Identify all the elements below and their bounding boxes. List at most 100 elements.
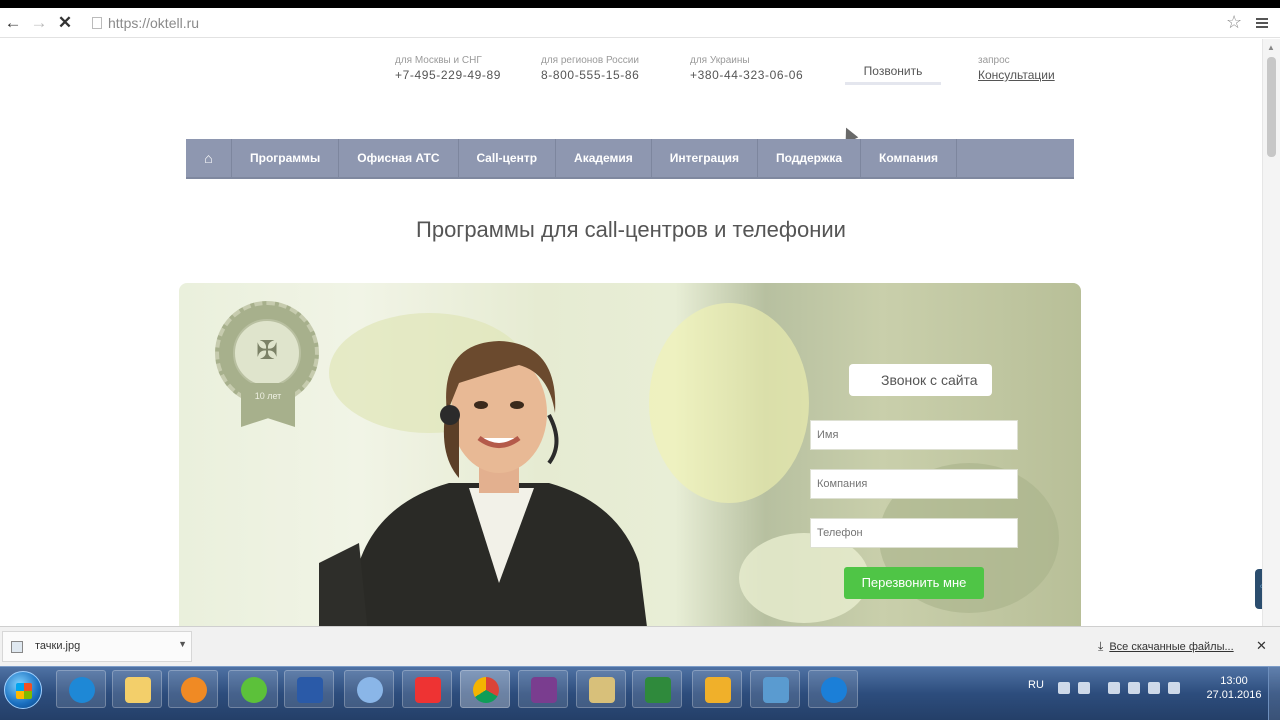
show-all-downloads-link[interactable]: ⤓ Все скачанные файлы... [1098,639,1234,654]
taskbar-tools[interactable] [576,670,626,708]
stop-icon[interactable]: ✕ [54,12,76,34]
scroll-up-icon[interactable]: ▲ [1267,43,1275,52]
taskbar-word[interactable] [284,670,334,708]
yandex-browser-icon [415,677,441,703]
nav-item-programs[interactable]: Программы [232,139,340,177]
nav-item-support[interactable]: Поддержка [758,139,862,177]
consult-block: запрос Консультации [978,55,1055,82]
nav-item-company[interactable]: Компания [861,139,957,177]
home-icon[interactable]: ⌂ [186,139,232,177]
contact-regions: для регионов России 8-800-555-15-86 [541,55,639,82]
screen: ← → ✕ https://oktell.ru ☆ для Москвы и С… [0,0,1280,720]
contact-phone[interactable]: +380-44-323-06-06 [690,68,803,82]
address-bar[interactable]: https://oktell.ru [92,15,199,31]
teamviewer-icon [821,677,847,703]
main-nav: ⌂ Программы Офисная АТС Call-центр Акаде… [186,139,1074,179]
scrollbar[interactable]: ▲ [1262,39,1280,626]
audio-icon [357,677,383,703]
tray-app-icon[interactable] [1078,682,1090,694]
url-text: https://oktell.ru [108,15,200,31]
taskbar-screen[interactable] [750,670,800,708]
eagle-emblem-icon: ✠ [256,335,278,365]
tools-icon [589,677,615,703]
badge-seal: ✠ [233,319,301,387]
taskbar-icq[interactable] [228,670,278,708]
taskbar-excel[interactable] [632,670,682,708]
top-bezel [0,0,1280,8]
clock[interactable]: 13:00 27.01.2016 [1204,674,1264,702]
taskbar: RU 13:00 27.01.2016 [0,666,1280,720]
form-title: Звонок с сайта [849,364,992,396]
tray-app-icon[interactable] [1128,682,1140,694]
nav-item-integration[interactable]: Интеграция [652,139,758,177]
show-all-label: Все скачанные файлы... [1109,641,1234,653]
language-indicator[interactable]: RU [1028,679,1044,691]
nav-item-academy[interactable]: Академия [556,139,652,177]
clock-date: 27.01.2016 [1206,689,1262,701]
contact-ukraine: для Украины +380-44-323-06-06 [690,55,803,82]
taskbar-audio[interactable] [344,670,394,708]
folder-icon [125,677,151,703]
contact-phone[interactable]: +7-495-229-49-89 [395,68,501,82]
chrome-icon [473,677,499,703]
image-file-icon [11,641,23,653]
excel-icon [645,677,671,703]
contact-moscow: для Москвы и СНГ +7-495-229-49-89 [395,55,501,82]
taskbar-winrar[interactable] [518,670,568,708]
chevron-up-icon[interactable] [1058,682,1070,694]
clock-time: 13:00 [1220,675,1248,687]
badge-ribbon: 10 лет [241,383,295,427]
outlook-icon [705,677,731,703]
call-button[interactable]: Позвонить [845,61,941,85]
taskbar-teamviewer[interactable] [808,670,858,708]
page-icon [92,17,102,29]
consult-label: запрос [978,55,1010,66]
nav-item-call-center[interactable]: Call-центр [459,139,557,177]
start-button[interactable] [4,671,42,709]
taskbar-ie[interactable] [56,670,106,708]
volume-icon[interactable] [1168,682,1180,694]
download-item[interactable]: тачки.jpg ▼ [2,631,192,662]
icq-flower-icon [241,677,267,703]
forward-icon[interactable]: → [28,12,50,34]
scroll-thumb[interactable] [1267,57,1276,157]
browser-menu-icon[interactable] [1256,18,1268,28]
operator-photo [319,341,647,626]
taskbar-media[interactable] [168,670,218,708]
consult-link[interactable]: Консультации [978,68,1055,82]
network-icon[interactable] [1148,682,1160,694]
hero-banner: ✠ 10 лет Звонок с сайта Имя Компания Тел… [179,283,1081,626]
screen-capture-icon [763,677,789,703]
company-field[interactable] [810,469,1018,499]
media-player-icon [181,677,207,703]
download-bar: тачки.jpg ▼ ⤓ Все скачанные файлы... ✕ [0,626,1280,666]
nav-item-office-pbx[interactable]: Офисная АТС [339,139,459,177]
ie-icon [69,677,95,703]
browser-toolbar: ← → ✕ https://oktell.ru ☆ [0,8,1280,38]
page-title: Программы для call-центров и телефонии [416,217,846,242]
chevron-down-icon[interactable]: ▼ [178,639,187,649]
windows-logo-icon [16,683,32,699]
taskbar-explorer[interactable] [112,670,162,708]
show-desktop-button[interactable] [1268,667,1280,720]
back-icon[interactable]: ← [2,12,24,34]
contact-phone[interactable]: 8-800-555-15-86 [541,68,639,82]
taskbar-yandex[interactable] [402,670,452,708]
taskbar-outlook[interactable] [692,670,742,708]
download-icon: ⤓ [1098,639,1104,653]
taskbar-chrome[interactable] [460,670,510,708]
chat-widget-icon[interactable]: ☏ [1255,569,1262,609]
bookmark-star-icon[interactable]: ☆ [1226,12,1242,33]
contact-label: для Украины [690,55,750,66]
callback-submit-button[interactable]: Перезвонить мне [844,567,984,599]
contact-label: для регионов России [541,55,639,66]
system-tray: RU 13:00 27.01.2016 [990,667,1280,720]
name-field[interactable] [810,420,1018,450]
phone-field[interactable] [810,518,1018,548]
contact-label: для Москвы и СНГ [395,55,482,66]
page-viewport: для Москвы и СНГ +7-495-229-49-89 для ре… [0,39,1262,626]
download-filename: тачки.jpg [35,640,81,652]
archive-icon [531,677,557,703]
close-icon[interactable]: ✕ [1256,638,1267,654]
flag-icon[interactable] [1108,682,1120,694]
